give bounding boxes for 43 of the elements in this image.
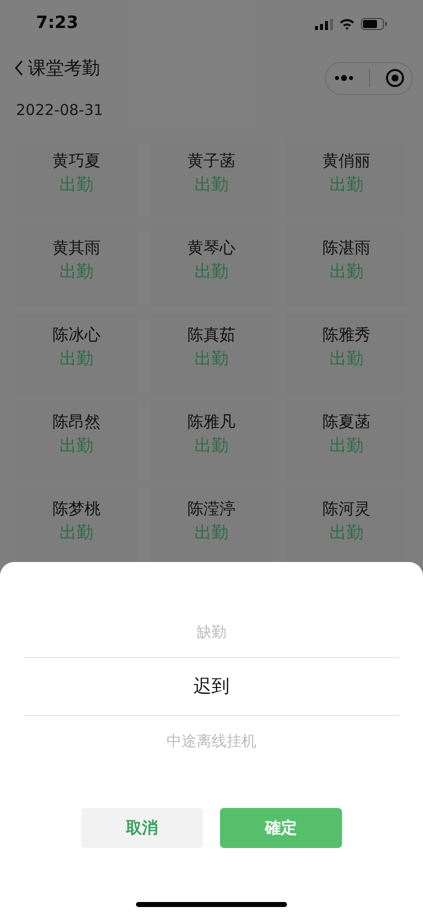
student-name: 陈滢渟 (188, 498, 236, 520)
student-name: 黄俏丽 (322, 150, 370, 172)
attendance-status: 出勤 (330, 434, 364, 458)
student-name: 陈雅秀 (322, 324, 370, 346)
attendance-status: 出勤 (194, 522, 228, 544)
student-name: 黄巧夏 (52, 150, 100, 172)
close-icon[interactable] (384, 68, 404, 88)
attendance-status: 出勤 (60, 348, 94, 370)
status-time: 7:23 (36, 12, 78, 36)
student-name: 陈冰心 (52, 324, 100, 346)
attendance-status: 出勤 (330, 174, 364, 196)
attendance-status: 出勤 (330, 522, 364, 544)
student-name: 陈夏菡 (322, 410, 370, 432)
cancel-button[interactable]: 取消 (81, 808, 203, 848)
page-title: 课堂考勤 (28, 56, 100, 80)
capsule-menu[interactable] (325, 62, 413, 94)
attendance-status: 出勤 (330, 260, 364, 284)
student-name: 陈梦桃 (52, 498, 100, 520)
confirm-button[interactable]: 確定 (220, 808, 342, 848)
signal-icon (315, 18, 333, 30)
attendance-status: 出勤 (194, 174, 228, 196)
picker-option[interactable]: 迟到 (194, 673, 230, 700)
date-label: 2022-08-31 (15, 100, 104, 121)
student-name: 陈河灵 (322, 498, 370, 520)
student-name: 陈湛雨 (322, 236, 370, 258)
student-name: 陈昂然 (52, 410, 100, 432)
attendance-status: 出勤 (330, 348, 364, 370)
attendance-status: 出勤 (194, 348, 228, 370)
attendance-status: 出勤 (60, 174, 94, 196)
wifi-icon (339, 18, 355, 30)
more-icon[interactable] (334, 75, 354, 81)
student-name: 陈真茹 (188, 324, 236, 346)
attendance-status: 出勤 (60, 434, 94, 458)
battery-icon (361, 18, 387, 30)
attendance-status: 出勤 (194, 260, 228, 284)
student-name: 黄子菡 (188, 150, 236, 172)
student-name: 黄其雨 (52, 236, 100, 258)
attendance-status: 出勤 (194, 434, 228, 458)
student-name: 黄琴心 (188, 236, 236, 258)
attendance-status: 出勤 (60, 522, 94, 544)
attendance-status: 出勤 (60, 260, 94, 284)
student-name: 陈雅凡 (188, 410, 236, 432)
back-icon[interactable] (14, 60, 24, 76)
